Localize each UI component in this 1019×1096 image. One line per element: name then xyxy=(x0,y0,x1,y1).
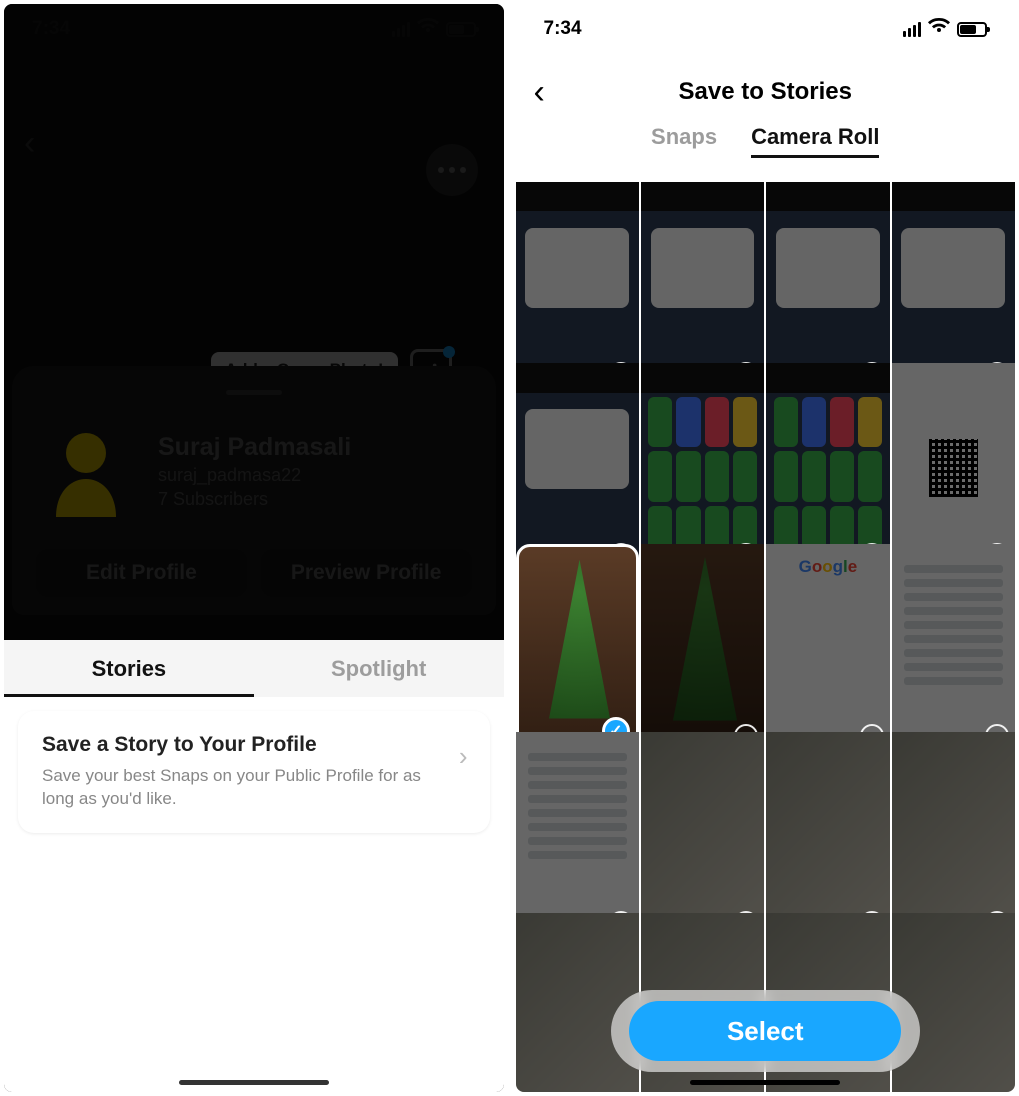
tab-spotlight[interactable]: Spotlight xyxy=(254,640,504,697)
save-to-stories-screen: 7:34 ‹ Save to Stories Snaps Camera Roll xyxy=(516,4,1016,1092)
home-indicator[interactable] xyxy=(179,1080,329,1085)
profile-name: Suraj Padmasali xyxy=(158,433,351,462)
status-bar-left: 7:34 xyxy=(4,4,504,54)
preview-profile-button[interactable]: Preview Profile xyxy=(261,549,472,597)
photo-thumbnail[interactable] xyxy=(766,182,889,392)
status-bar-right: 7:34 xyxy=(516,4,1016,54)
photo-thumbnail[interactable] xyxy=(516,363,639,573)
tabs-section: Stories Spotlight Save a Story to Your P… xyxy=(4,640,504,1092)
select-bar: Select xyxy=(611,990,921,1072)
chevron-right-icon: › xyxy=(459,741,468,772)
photo-thumbnail[interactable]: Google xyxy=(766,544,889,754)
page-title: Save to Stories xyxy=(679,78,852,106)
battery-icon xyxy=(446,22,476,37)
wifi-icon xyxy=(928,18,950,40)
status-time: 7:34 xyxy=(544,18,582,40)
status-icons xyxy=(903,18,987,40)
photo-thumbnail[interactable] xyxy=(892,732,1015,942)
battery-icon xyxy=(957,22,987,37)
save-story-card[interactable]: Save a Story to Your Profile Save your b… xyxy=(18,711,490,833)
photo-thumbnail[interactable] xyxy=(641,182,764,392)
photo-thumbnail[interactable] xyxy=(516,913,639,1092)
source-tabs: Snaps Camera Roll xyxy=(516,124,1016,158)
status-time: 7:34 xyxy=(32,18,70,40)
picker-header: ‹ Save to Stories Snaps Camera Roll xyxy=(516,54,1016,184)
avatar[interactable] xyxy=(36,421,136,521)
profile-screen: 7:34 ‹ Add a Cover Photo! Suraj Pa xyxy=(4,4,504,1092)
select-button[interactable]: Select xyxy=(629,1001,901,1061)
photo-thumbnail[interactable] xyxy=(516,182,639,392)
photo-thumbnail[interactable] xyxy=(766,363,889,573)
cell-signal-icon xyxy=(903,22,921,37)
tab-camera-roll[interactable]: Camera Roll xyxy=(751,124,879,158)
home-indicator[interactable] xyxy=(690,1080,840,1085)
photo-thumbnail[interactable] xyxy=(892,363,1015,573)
tab-snaps[interactable]: Snaps xyxy=(651,124,717,158)
photo-thumbnail[interactable] xyxy=(766,732,889,942)
drag-handle[interactable] xyxy=(226,390,282,395)
edit-profile-button[interactable]: Edit Profile xyxy=(36,549,247,597)
photo-thumbnail[interactable] xyxy=(892,544,1015,754)
story-card-desc: Save your best Snaps on your Public Prof… xyxy=(42,765,466,811)
status-icons xyxy=(392,18,476,40)
back-button[interactable]: ‹ xyxy=(24,124,35,163)
tab-bar: Stories Spotlight xyxy=(4,640,504,697)
photo-thumbnail[interactable] xyxy=(641,544,764,754)
photo-thumbnail-selected[interactable]: ✓ xyxy=(516,544,639,754)
wifi-icon xyxy=(417,18,439,40)
more-button[interactable] xyxy=(426,144,478,196)
profile-card: Suraj Padmasali suraj_padmasa22 7 Subscr… xyxy=(12,366,496,615)
story-card-title: Save a Story to Your Profile xyxy=(42,733,466,757)
profile-subscribers: 7 Subscribers xyxy=(158,489,351,510)
cell-signal-icon xyxy=(392,22,410,37)
photo-thumbnail[interactable] xyxy=(892,913,1015,1092)
camera-roll-grid: ✓ Google xyxy=(516,182,1016,1092)
photo-thumbnail[interactable] xyxy=(641,363,764,573)
tab-stories[interactable]: Stories xyxy=(4,640,254,697)
profile-username: suraj_padmasa22 xyxy=(158,465,351,486)
photo-thumbnail[interactable] xyxy=(892,182,1015,392)
back-button[interactable]: ‹ xyxy=(534,73,545,112)
photo-thumbnail[interactable] xyxy=(516,732,639,942)
cover-area: ‹ Add a Cover Photo! xyxy=(4,54,504,374)
photo-thumbnail[interactable] xyxy=(641,732,764,942)
